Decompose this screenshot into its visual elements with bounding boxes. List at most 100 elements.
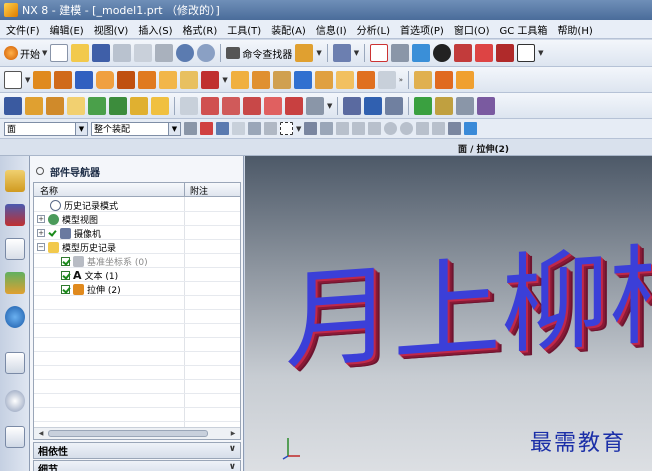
clock-history-button[interactable] <box>5 390 25 412</box>
group-face-icon[interactable] <box>343 96 362 115</box>
cut-icon[interactable] <box>113 44 132 62</box>
scroll-thumb[interactable] <box>48 430 208 437</box>
visibility-checkbox[interactable] <box>61 284 70 294</box>
menu-preferences[interactable]: 首选项(P) <box>400 22 444 37</box>
sew-icon[interactable] <box>435 70 454 89</box>
history-button[interactable] <box>5 352 25 374</box>
tree-node-cameras[interactable]: + 摄像机 <box>37 226 101 240</box>
orient-view-icon[interactable] <box>412 44 431 62</box>
check-geometry-icon[interactable] <box>414 96 433 115</box>
delete-face-icon[interactable] <box>130 96 148 115</box>
cross-section-icon[interactable] <box>364 96 383 115</box>
make-perpendicular-icon[interactable] <box>285 96 303 115</box>
start-button[interactable]: 开始 ▼ <box>4 46 47 61</box>
copy-icon[interactable] <box>134 44 153 62</box>
paste-icon[interactable] <box>155 44 174 62</box>
snap-point-icon[interactable] <box>200 122 213 135</box>
menu-format[interactable]: 格式(R) <box>183 22 218 37</box>
unite-icon[interactable] <box>117 70 136 89</box>
tree-node-datum-csys[interactable]: 基准坐标系 (0) <box>61 254 148 268</box>
menu-help[interactable]: 帮助(H) <box>557 22 592 37</box>
snap-on-surface-icon[interactable] <box>448 122 462 135</box>
column-divider[interactable] <box>184 183 185 197</box>
tree-node-text[interactable]: A 文本 (1) <box>61 268 118 282</box>
menu-gc-toolbox[interactable]: GC 工具箱 <box>500 22 548 37</box>
menu-tools[interactable]: 工具(T) <box>227 22 261 37</box>
make-coaxial-icon[interactable] <box>201 96 219 115</box>
expand-icon[interactable]: + <box>37 215 45 223</box>
tree-node-model-history[interactable]: − 模型历史记录 <box>37 240 116 254</box>
shell-icon[interactable] <box>293 70 312 89</box>
make-coplanar-icon[interactable] <box>180 96 198 115</box>
hole-icon[interactable] <box>159 70 178 89</box>
menu-information[interactable]: 信息(I) <box>316 22 347 37</box>
reuse-library-button[interactable] <box>5 272 25 294</box>
open-folder-icon[interactable] <box>71 44 90 62</box>
mirror-icon[interactable] <box>377 70 396 89</box>
background-icon[interactable] <box>517 44 536 62</box>
tree-node-model-views[interactable]: + 模型视图 <box>37 212 98 226</box>
expand-icon[interactable]: + <box>37 229 45 237</box>
constraint-navigator-button[interactable] <box>5 204 25 226</box>
examine-geometry-icon[interactable] <box>435 96 454 115</box>
pull-face-icon[interactable] <box>25 96 43 115</box>
deviation-icon[interactable] <box>456 96 475 115</box>
linear-dimension-icon[interactable] <box>306 96 324 115</box>
select-body-icon[interactable] <box>264 122 277 135</box>
menu-analysis[interactable]: 分析(L) <box>357 22 390 37</box>
dependencies-panel[interactable]: 相依性 ∨ <box>33 442 241 459</box>
thicken-icon[interactable] <box>456 70 475 89</box>
details-panel[interactable]: 细节 ∨ <box>33 460 241 471</box>
menu-edit[interactable]: 编辑(E) <box>50 22 84 37</box>
snap-bounded-icon[interactable] <box>464 122 478 135</box>
layer-settings-icon[interactable] <box>475 44 494 62</box>
scroll-left-icon[interactable]: ◀ <box>36 429 46 438</box>
chamfer-icon[interactable] <box>251 70 270 89</box>
graphics-window[interactable]: 月上柳梢头 <box>245 156 652 471</box>
snap-line-icon[interactable] <box>336 122 350 135</box>
edit-section-icon[interactable] <box>385 96 404 115</box>
snap-existing-point-icon[interactable] <box>416 122 430 135</box>
snap-midpoint-icon[interactable] <box>320 122 334 135</box>
horizontal-scrollbar[interactable]: ◀ ▶ <box>34 427 240 439</box>
visibility-checkbox[interactable] <box>61 270 70 280</box>
make-symmetric-icon[interactable] <box>243 96 261 115</box>
offset-region-icon[interactable] <box>46 96 64 115</box>
box-select-icon[interactable] <box>280 122 293 135</box>
extruded-text-model[interactable]: 月上柳梢头 <box>285 197 652 391</box>
column-name[interactable]: 名称 <box>40 184 58 197</box>
new-file-icon[interactable] <box>50 44 69 62</box>
replace-face-icon[interactable] <box>67 96 85 115</box>
selection-scope-select[interactable]: 整个装配 ▼ <box>91 121 181 136</box>
tree-node-extrude[interactable]: 拉伸 (2) <box>61 282 121 296</box>
revolve-icon[interactable] <box>54 70 73 89</box>
edge-blend-icon[interactable] <box>230 70 249 89</box>
block-icon[interactable] <box>75 70 94 89</box>
snap-quadrant-icon[interactable] <box>400 122 414 135</box>
visibility-checkbox[interactable] <box>48 229 57 238</box>
snap-intersection-icon[interactable] <box>368 122 382 135</box>
show-hide-icon[interactable] <box>496 44 515 62</box>
command-finder-button[interactable]: 命令查找器 <box>226 46 292 61</box>
system-materials-button[interactable] <box>5 426 25 448</box>
more-icon[interactable]: » <box>399 76 403 84</box>
save-icon[interactable] <box>92 44 111 62</box>
make-parallel-icon[interactable] <box>264 96 282 115</box>
trim-body-icon[interactable] <box>314 70 333 89</box>
sketch-icon[interactable] <box>4 70 22 89</box>
web-browser-button[interactable] <box>5 306 25 328</box>
column-note[interactable]: 附注 <box>190 184 208 197</box>
make-tangent-icon[interactable] <box>222 96 240 115</box>
snap-control-icon[interactable] <box>352 122 366 135</box>
assembly-navigator-button[interactable] <box>5 170 25 192</box>
snap-arc-center-icon[interactable] <box>384 122 398 135</box>
copy-face-icon[interactable] <box>151 96 169 115</box>
cylinder-icon[interactable] <box>96 70 115 89</box>
point-icon[interactable] <box>201 70 220 89</box>
surface-icon[interactable] <box>414 70 433 89</box>
measure-icon[interactable] <box>477 96 496 115</box>
selection-filter-icon[interactable] <box>332 44 351 62</box>
touch-mode-icon[interactable] <box>295 44 314 62</box>
part-navigator-button[interactable] <box>5 238 25 260</box>
visibility-checkbox[interactable] <box>61 256 70 266</box>
